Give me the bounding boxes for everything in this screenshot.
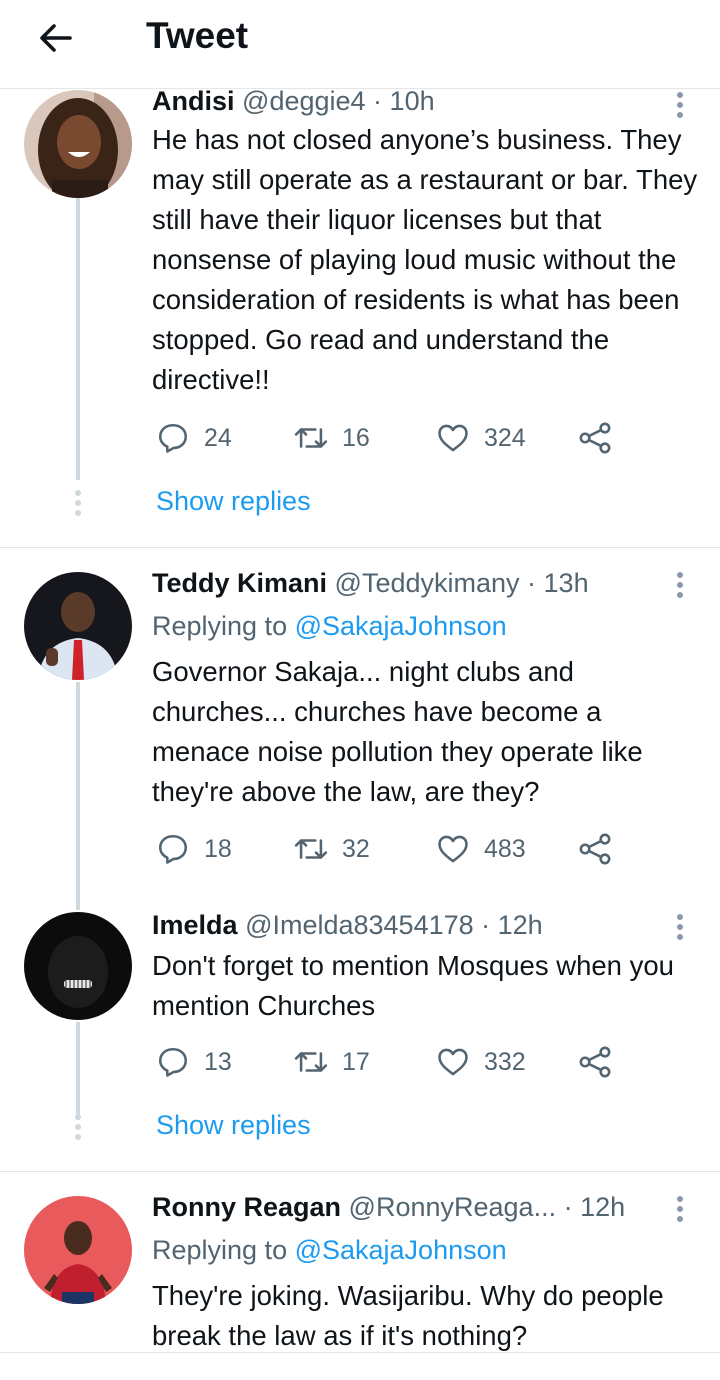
reply-icon	[158, 834, 188, 864]
author-name[interactable]: Imelda	[152, 910, 238, 940]
author-handle[interactable]: @deggie4	[242, 86, 366, 116]
avatar[interactable]	[24, 572, 132, 680]
thread-more-dots	[73, 1114, 83, 1144]
retweet-count: 32	[342, 834, 370, 863]
replying-prefix: Replying to	[152, 1235, 295, 1265]
tweet-meta: Teddy Kimani @Teddykimany · 13h	[152, 566, 589, 600]
tweet-actions: 13 17 332	[152, 1042, 632, 1082]
author-handle[interactable]: @Imelda83454178	[245, 910, 474, 940]
reply-button[interactable]: 13	[156, 1042, 232, 1082]
replying-mention-link[interactable]: @SakajaJohnson	[295, 611, 507, 641]
replying-to: Replying to @SakajaJohnson	[152, 608, 507, 644]
tweet-meta: Ronny Reagan @RonnyReaga... · 12h	[152, 1190, 625, 1224]
more-vertical-icon[interactable]	[674, 1196, 686, 1226]
back-arrow-icon[interactable]	[36, 18, 76, 58]
retweet-icon	[294, 428, 328, 448]
thread-line	[76, 1022, 80, 1120]
retweet-count: 17	[342, 1047, 370, 1076]
reply-icon	[158, 1047, 188, 1077]
retweet-button[interactable]: 16	[294, 418, 370, 458]
replying-mention-link[interactable]: @SakajaJohnson	[295, 1235, 507, 1265]
meta-separator: ·	[519, 568, 544, 598]
author-handle[interactable]: @RonnyReaga...	[349, 1192, 557, 1222]
tweet-time: 13h	[543, 568, 589, 598]
like-button[interactable]: 483	[436, 829, 526, 869]
retweet-count: 16	[342, 423, 370, 452]
retweet-icon	[294, 839, 328, 859]
reply-button[interactable]: 18	[156, 829, 232, 869]
tweet-time: 12h	[497, 910, 543, 940]
more-vertical-icon[interactable]	[674, 92, 686, 122]
thread-line	[76, 682, 80, 900]
like-icon	[438, 1048, 468, 1076]
thread-line	[76, 198, 80, 480]
like-icon	[438, 424, 468, 452]
tweet-text: Governor Sakaja... night clubs and churc…	[152, 656, 643, 807]
bottom-bar	[0, 1352, 720, 1380]
show-replies-link[interactable]: Show replies	[156, 1107, 311, 1143]
reply-tweet[interactable]: Teddy Kimani @Teddykimany · 13h Replying…	[0, 548, 720, 900]
like-count: 483	[484, 834, 526, 863]
share-button[interactable]	[578, 829, 626, 869]
share-icon	[579, 422, 611, 454]
reply-count: 18	[204, 834, 232, 863]
tweet-actions: 18 32 483	[152, 829, 632, 869]
retweet-button[interactable]: 32	[294, 829, 370, 869]
replying-to: Replying to @SakajaJohnson	[152, 1232, 507, 1268]
share-icon	[579, 833, 611, 865]
reply-count: 13	[204, 1047, 232, 1076]
like-count: 324	[484, 423, 526, 452]
share-icon	[579, 1046, 611, 1078]
tweet-meta: Imelda @Imelda83454178 · 12h	[152, 908, 543, 942]
tweet-time: 10h	[389, 86, 435, 116]
top-app-bar: Tweet	[0, 0, 720, 89]
author-handle[interactable]: @Teddykimany	[335, 568, 520, 598]
replying-prefix: Replying to	[152, 611, 295, 641]
more-vertical-icon[interactable]	[674, 914, 686, 944]
share-button[interactable]	[578, 1042, 626, 1082]
like-button[interactable]: 332	[436, 1042, 526, 1082]
tweet-text: He has not closed anyone’s business. The…	[152, 124, 698, 395]
retweet-icon	[294, 1052, 328, 1072]
tweet-text: They're joking. Wasijaribu. Why do peopl…	[152, 1280, 664, 1351]
retweet-button[interactable]: 17	[294, 1042, 370, 1082]
author-name[interactable]: Andisi	[152, 86, 235, 116]
page-title: Tweet	[146, 15, 249, 56]
avatar[interactable]	[24, 1196, 132, 1304]
reply-button[interactable]: 24	[156, 418, 232, 458]
meta-separator: ·	[365, 86, 390, 116]
avatar[interactable]	[24, 912, 132, 1020]
thread-more-dots	[73, 490, 83, 520]
tweet-meta: Andisi @deggie4 · 10h	[152, 84, 435, 118]
like-count: 332	[484, 1047, 526, 1076]
reply-tweet[interactable]: Imelda @Imelda83454178 · 12h Don't forge…	[0, 900, 720, 1170]
like-icon	[438, 835, 468, 863]
meta-separator: ·	[473, 910, 498, 940]
tweet-time: 12h	[580, 1192, 626, 1222]
meta-separator: ·	[556, 1192, 581, 1222]
author-name[interactable]: Ronny Reagan	[152, 1192, 341, 1222]
like-button[interactable]: 324	[436, 418, 526, 458]
tweet-actions: 24 16 324	[152, 418, 632, 458]
reply-icon	[158, 423, 188, 453]
show-replies-link[interactable]: Show replies	[156, 483, 311, 519]
avatar[interactable]	[24, 90, 132, 198]
reply-count: 24	[204, 423, 232, 452]
share-button[interactable]	[578, 418, 626, 458]
thread-line	[76, 900, 80, 910]
author-name[interactable]: Teddy Kimani	[152, 568, 327, 598]
tweet-text: Don't forget to mention Mosques when you…	[152, 950, 674, 1021]
reply-tweet[interactable]: Ronny Reagan @RonnyReaga... · 12h Replyi…	[0, 1172, 720, 1352]
more-vertical-icon[interactable]	[674, 572, 686, 602]
